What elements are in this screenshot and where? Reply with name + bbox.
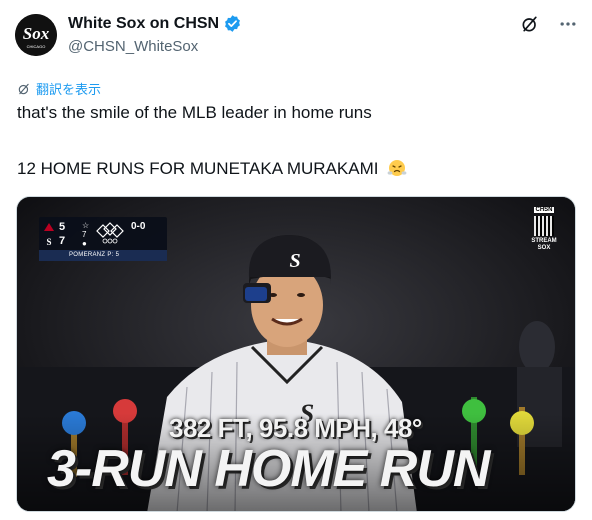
- account-name-row: White Sox on CHSN: [68, 14, 242, 33]
- tweet-actions: [504, 12, 580, 36]
- verified-badge-icon: [225, 15, 241, 32]
- more-icon[interactable]: [556, 12, 580, 36]
- white-sox-mini-logo-icon: S: [46, 237, 51, 246]
- svg-text:Sox: Sox: [23, 24, 50, 43]
- bases-diamond-icon: [96, 222, 124, 244]
- video-player[interactable]: S S 5 S 7 ☆ 7 ●: [16, 196, 576, 512]
- scorebug-team-2: S 7: [43, 235, 65, 247]
- translate-icon: [18, 83, 29, 94]
- team-2-score: 7: [59, 235, 66, 247]
- svg-text:CHICAGO: CHICAGO: [27, 44, 46, 49]
- account-handle[interactable]: @CHSN_WhiteSox: [68, 38, 198, 55]
- pitcher-bar: POMERANZ P: 5: [39, 250, 167, 261]
- tweet-text-line-1: that's the smile of the MLB leader in ho…: [17, 103, 372, 122]
- video-headline: 3-RUN HOME RUN: [47, 440, 490, 498]
- translate-link[interactable]: 翻訳を表示: [17, 79, 101, 98]
- tweet-text-line-2-text: 12 HOME RUNS FOR MUNETAKA MURAKAMI: [17, 159, 379, 178]
- inning-indicator: ☆ 7 ●: [82, 221, 90, 248]
- face-with-steam-emoji-icon: [387, 160, 407, 176]
- white-sox-logo-icon: Sox CHICAGO: [15, 14, 57, 56]
- avatar[interactable]: Sox CHICAGO: [15, 14, 57, 56]
- tweet-text-line-2: 12 HOME RUNS FOR MUNETAKA MURAKAMI: [17, 158, 407, 179]
- network-label: STREAM SOX: [531, 238, 557, 251]
- network-tag: CHSN: [534, 207, 554, 213]
- team-1-score: 5: [59, 221, 66, 233]
- inning-number: 7: [82, 230, 87, 239]
- chsn-watermark: CHSN STREAM SOX: [531, 207, 557, 252]
- pitch-count: 0-0: [131, 221, 146, 232]
- svg-text:S: S: [46, 237, 51, 246]
- qr-code-icon: [534, 216, 554, 236]
- display-name[interactable]: White Sox on CHSN: [68, 15, 219, 33]
- scorebug-team-1: 5: [43, 221, 65, 233]
- svg-text:S: S: [289, 250, 300, 272]
- grok-icon[interactable]: [518, 12, 542, 36]
- translate-label[interactable]: 翻訳を表示: [36, 79, 101, 98]
- angels-logo-icon: [44, 223, 54, 231]
- scorebug: 5 S 7 ☆ 7 ● 0-0 POMERANZ P: 5: [39, 217, 167, 261]
